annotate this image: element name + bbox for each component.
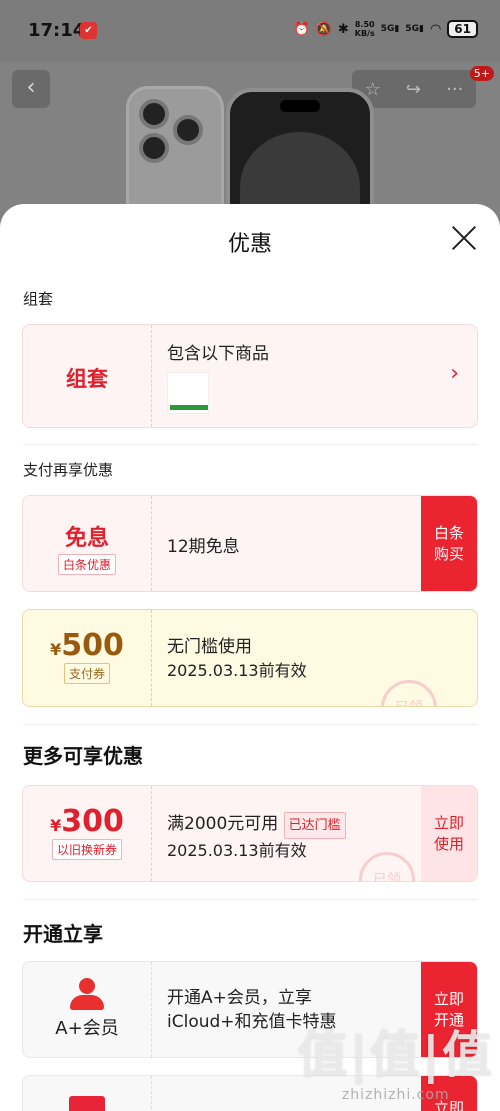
camera-lens-icon [139,133,169,163]
payment-coupon-tag: 支付券 [63,663,110,684]
product-image-phone-front [226,88,374,222]
payment-coupon-amount: 500 [61,628,124,663]
payment-coupon-line2: 2025.03.13前有效 [167,661,307,680]
network-speed-unit: KB/s [354,29,375,38]
sheet-title: 优惠 [227,232,272,257]
tradein-coupon-price: ¥300 [23,804,151,839]
bundle-card[interactable]: 组套 包含以下商品 › [22,324,478,428]
watermark-domain: zhizhizhi.com [341,1087,450,1103]
system-indicators: ⏰ 🔕 ✱ 8.50 KB/s 5G▮ 5G▮ ◠ 61 [293,20,478,38]
app-notification-icon: ✔ [80,22,97,39]
site-watermark: 值|值|值 zhizhizhi.com [297,1015,494,1103]
chevron-left-icon: ‹ [26,75,36,100]
alarm-icon: ⏰ [293,21,310,37]
bundle-label: 组套 [66,367,108,391]
tradein-coupon-tag: 以旧换新券 [51,839,122,860]
payment-coupon-price: ¥500 [23,628,151,663]
bundle-card-left: 组套 [23,325,151,427]
notification-badge: 5+ [469,66,494,81]
card-icon [69,1096,105,1111]
membership-line1: 开通A+会员，立享 [167,988,312,1008]
more-icon[interactable]: ··· [446,79,463,100]
offers-sheet: 优惠 组套 组套 包含以下商品 › 支付再享优惠 免息 白条优惠 12期免息 白… [0,204,500,1111]
interest-free-tag: 白条优惠 [57,554,116,575]
chevron-right-icon: › [450,361,459,386]
bundle-body: 包含以下商品 [167,339,269,414]
wifi-icon: ◠ [429,21,442,37]
use-now-button[interactable]: 立即 使用 [421,786,477,881]
battery-indicator: 61 [447,20,478,38]
product-image-phone-back [126,86,224,222]
share-icon[interactable]: ↪ [406,79,421,100]
product-image-area: ‹ ☆ ↪ ··· 5+ [0,62,500,222]
camera-lens-icon [139,99,169,129]
mute-icon: 🔕 [315,21,332,37]
bundle-desc: 包含以下商品 [167,344,269,364]
threshold-met-badge: 已达门槛 [283,812,346,839]
section-open-label: 开通立享 [23,922,103,946]
member-person-icon [70,978,104,1010]
tradein-coupon-currency: ¥ [50,816,62,835]
watermark-logo: 值|值|值 [297,1026,494,1084]
close-icon[interactable] [450,224,478,252]
baitiao-buy-button[interactable]: 白条 购买 [421,496,477,591]
payment-coupon-card[interactable]: ¥500 支付券 无门槛使用 2025.03.13前有效 已领 [22,609,478,707]
interest-free-title: 免息 [64,526,109,551]
bundle-item-thumbnail[interactable] [167,372,209,414]
interest-free-card[interactable]: 免息 白条优惠 12期免息 白条 购买 [22,495,478,592]
claimed-stamp-icon: 已领 [381,680,437,706]
dynamic-island [280,100,320,112]
tradein-coupon-line1: 满2000元可用 [167,814,279,834]
section-more-label: 更多可享优惠 [23,744,143,768]
claimed-stamp-icon: 已领 [359,852,415,881]
interest-free-desc: 12期免息 [167,537,240,557]
tradein-coupon-card[interactable]: ¥300 以旧换新券 满2000元可用 已达门槛 2025.03.13前有效 已… [22,785,478,882]
membership-label: A+会员 [55,1018,119,1039]
signal-2: 5G▮ [405,24,424,34]
section-payment-label: 支付再享优惠 [23,461,114,479]
payment-coupon-currency: ¥ [50,640,62,659]
camera-lens-icon [173,115,203,145]
bluetooth-icon: ✱ [337,21,349,37]
tradein-coupon-amount: 300 [61,804,124,839]
back-button[interactable]: ‹ [12,70,50,108]
tradein-coupon-line2: 2025.03.13前有效 [167,841,307,860]
network-speed: 8.50 KB/s [355,20,375,38]
signal-1: 5G▮ [380,24,400,34]
payment-coupon-line1: 无门槛使用 [167,637,252,657]
status-bar: 17:14 ✔ ⏰ 🔕 ✱ 8.50 KB/s 5G▮ 5G▮ ◠ 61 [0,0,500,62]
network-speed-value: 8.50 [354,20,375,29]
status-time: 17:14 [28,20,86,41]
section-bundle-label: 组套 [23,290,54,308]
